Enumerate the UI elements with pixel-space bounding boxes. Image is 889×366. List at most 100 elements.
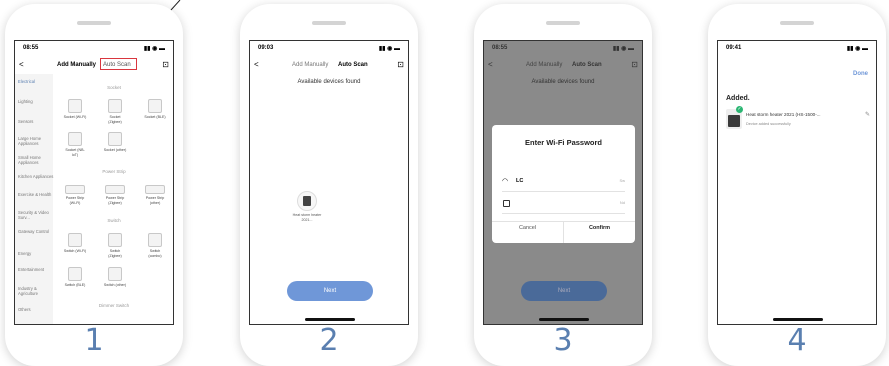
device-tile[interactable]: Power Strip (Zigbee) <box>103 185 127 205</box>
phone-speaker <box>546 21 580 25</box>
device-tile[interactable]: Switch (other) <box>103 267 127 288</box>
dialog-title: Enter Wi-Fi Password <box>524 138 603 147</box>
status-icons: ▮▮ ◉ ▬ <box>143 46 165 52</box>
back-icon[interactable]: < <box>254 60 259 69</box>
next-button[interactable]: Next <box>521 281 607 301</box>
category-item[interactable]: Small Home Appliances <box>18 155 54 165</box>
category-item[interactable]: Kitchen Appliances <box>18 174 54 179</box>
found-label: Available devices found <box>531 79 595 85</box>
category-item[interactable]: Industry & Agriculture <box>18 286 54 296</box>
tab-add-manually[interactable]: Add Manually <box>57 62 96 68</box>
category-item[interactable]: Large Home Appliances <box>18 136 54 146</box>
tab-bar: < Add Manually Auto Scan ⊡ <box>250 58 408 72</box>
status-bar: 08:55 ▮▮ ◉ ▬ <box>490 45 636 54</box>
auto-scan-highlight-box <box>100 58 137 70</box>
category-item[interactable]: Sensors <box>18 119 54 124</box>
category-item[interactable]: Electrical <box>18 79 54 84</box>
socket-icon <box>68 99 82 113</box>
phone-step-1: 08:55 ▮▮ ◉ ▬ < Add Manually Auto Scan ⊡ … <box>5 4 183 366</box>
device-name: Heat storm heater 2021... <box>292 213 322 222</box>
added-device-row[interactable]: ✓ Heat storm heater 2021 (HS-1500-... De… <box>726 106 870 133</box>
status-time: 08:55 <box>492 45 508 51</box>
socket-icon <box>108 99 122 113</box>
category-item[interactable]: Security & Video Surv... <box>18 210 54 220</box>
back-icon[interactable]: < <box>488 60 493 69</box>
tab-add-manually[interactable]: Add Manually <box>292 62 328 68</box>
status-icons: ▮▮ ◉ ▬ <box>378 46 400 52</box>
category-item[interactable]: Gateway Control <box>18 229 54 234</box>
device-label: Switch (Zigbee) <box>108 249 122 258</box>
device-label: Switch (BLE) <box>64 283 86 287</box>
status-time: 08:55 <box>23 45 39 51</box>
ssid-row[interactable]: ◠ LC Sw <box>502 177 625 192</box>
section-header: Power Strip <box>102 169 126 174</box>
phone-step-4: 09:41 ▮▮ ◉ ▬ Done Added. ✓ Heat storm he… <box>708 4 886 366</box>
status-time: 09:03 <box>258 45 274 51</box>
done-button[interactable]: Done <box>853 71 868 77</box>
device-label: Socket (other) <box>103 148 127 152</box>
success-check-icon: ✓ <box>736 106 743 113</box>
switch-icon <box>68 233 82 247</box>
home-indicator <box>305 318 355 321</box>
tab-auto-scan[interactable]: Auto Scan <box>338 62 368 68</box>
next-button[interactable]: Next <box>287 281 373 301</box>
device-label: Switch (Wi-Fi) <box>63 249 87 253</box>
back-icon[interactable]: < <box>19 60 24 69</box>
status-time: 09:41 <box>726 45 742 51</box>
device-tile[interactable]: Switch (combo) <box>143 233 167 258</box>
screen-wifi-password: 08:55 ▮▮ ◉ ▬ < Add Manually Auto Scan ⊡ … <box>483 40 643 325</box>
section-header: Switch <box>107 218 121 223</box>
tab-auto-scan[interactable]: Auto Scan <box>572 62 602 68</box>
device-tile[interactable]: Socket (BLE) <box>143 99 167 120</box>
phone-step-3: 08:55 ▮▮ ◉ ▬ < Add Manually Auto Scan ⊡ … <box>474 4 652 366</box>
password-row[interactable]: Nd <box>502 199 625 214</box>
device-tile[interactable]: Switch (Wi-Fi) <box>63 233 87 254</box>
status-bar: 09:41 ▮▮ ◉ ▬ <box>724 45 870 54</box>
added-heading: Added. <box>726 95 750 102</box>
category-item[interactable]: Exercise & Health <box>18 192 54 197</box>
category-item[interactable]: Entertainment <box>18 267 54 272</box>
phone-speaker <box>77 21 111 25</box>
section-header: Dimmer Switch <box>98 303 130 308</box>
power-strip-icon <box>145 185 165 194</box>
tab-bar: < Add Manually Auto Scan ⊡ <box>15 58 173 72</box>
device-tile[interactable]: Socket (Wi-Fi) <box>63 99 87 120</box>
scan-icon[interactable]: ⊡ <box>162 60 169 69</box>
status-icons: ▮▮ ◉ ▬ <box>846 46 868 52</box>
device-tile[interactable]: Socket (Zigbee) <box>103 99 127 124</box>
section-header: Socket <box>107 85 121 90</box>
wifi-password-dialog: Enter Wi-Fi Password ◠ LC Sw Nd Cancel C… <box>492 125 635 243</box>
category-item[interactable]: Others <box>18 307 54 312</box>
screen-add-device-categories: 08:55 ▮▮ ◉ ▬ < Add Manually Auto Scan ⊡ … <box>14 40 174 325</box>
step-number: 1 <box>84 323 104 358</box>
device-tile[interactable]: Power Strip (Wi-Fi) <box>63 185 87 205</box>
scan-icon[interactable]: ⊡ <box>631 60 638 69</box>
added-device-name: Heat storm heater 2021 (HS-1500-... <box>746 112 821 117</box>
confirm-button[interactable]: Confirm <box>564 225 635 231</box>
lock-icon <box>503 200 510 207</box>
device-tile[interactable]: Power Strip (other) <box>143 185 167 205</box>
phone-speaker <box>312 21 346 25</box>
step-number: 2 <box>319 323 339 358</box>
socket-icon <box>68 132 82 146</box>
screen-device-added: 09:41 ▮▮ ◉ ▬ Done Added. ✓ Heat storm he… <box>717 40 877 325</box>
status-bar: 09:03 ▮▮ ◉ ▬ <box>256 45 402 54</box>
phone-step-2: 09:03 ▮▮ ◉ ▬ < Add Manually Auto Scan ⊡ … <box>240 4 418 366</box>
category-item[interactable]: Energy <box>18 251 54 256</box>
device-label: Socket (NB-IoT) <box>65 148 85 157</box>
tab-add-manually[interactable]: Add Manually <box>526 62 562 68</box>
password-visibility-hint[interactable]: Nd <box>620 200 625 205</box>
switch-network-hint[interactable]: Sw <box>619 178 625 183</box>
socket-icon <box>108 132 122 146</box>
step-number: 3 <box>553 323 573 358</box>
device-tile[interactable]: Socket (other) <box>103 132 127 153</box>
device-label: Socket (Wi-Fi) <box>63 115 87 119</box>
scan-icon[interactable]: ⊡ <box>397 60 404 69</box>
device-tile[interactable]: Switch (BLE) <box>63 267 87 288</box>
cancel-button[interactable]: Cancel <box>492 225 563 231</box>
edit-icon[interactable]: ✎ <box>865 111 870 118</box>
device-tile[interactable]: Socket (NB-IoT) <box>63 132 87 157</box>
category-item[interactable]: Lighting <box>18 99 54 104</box>
device-tile[interactable]: Switch (Zigbee) <box>103 233 127 258</box>
found-device[interactable]: Heat storm heater 2021... <box>292 191 322 222</box>
